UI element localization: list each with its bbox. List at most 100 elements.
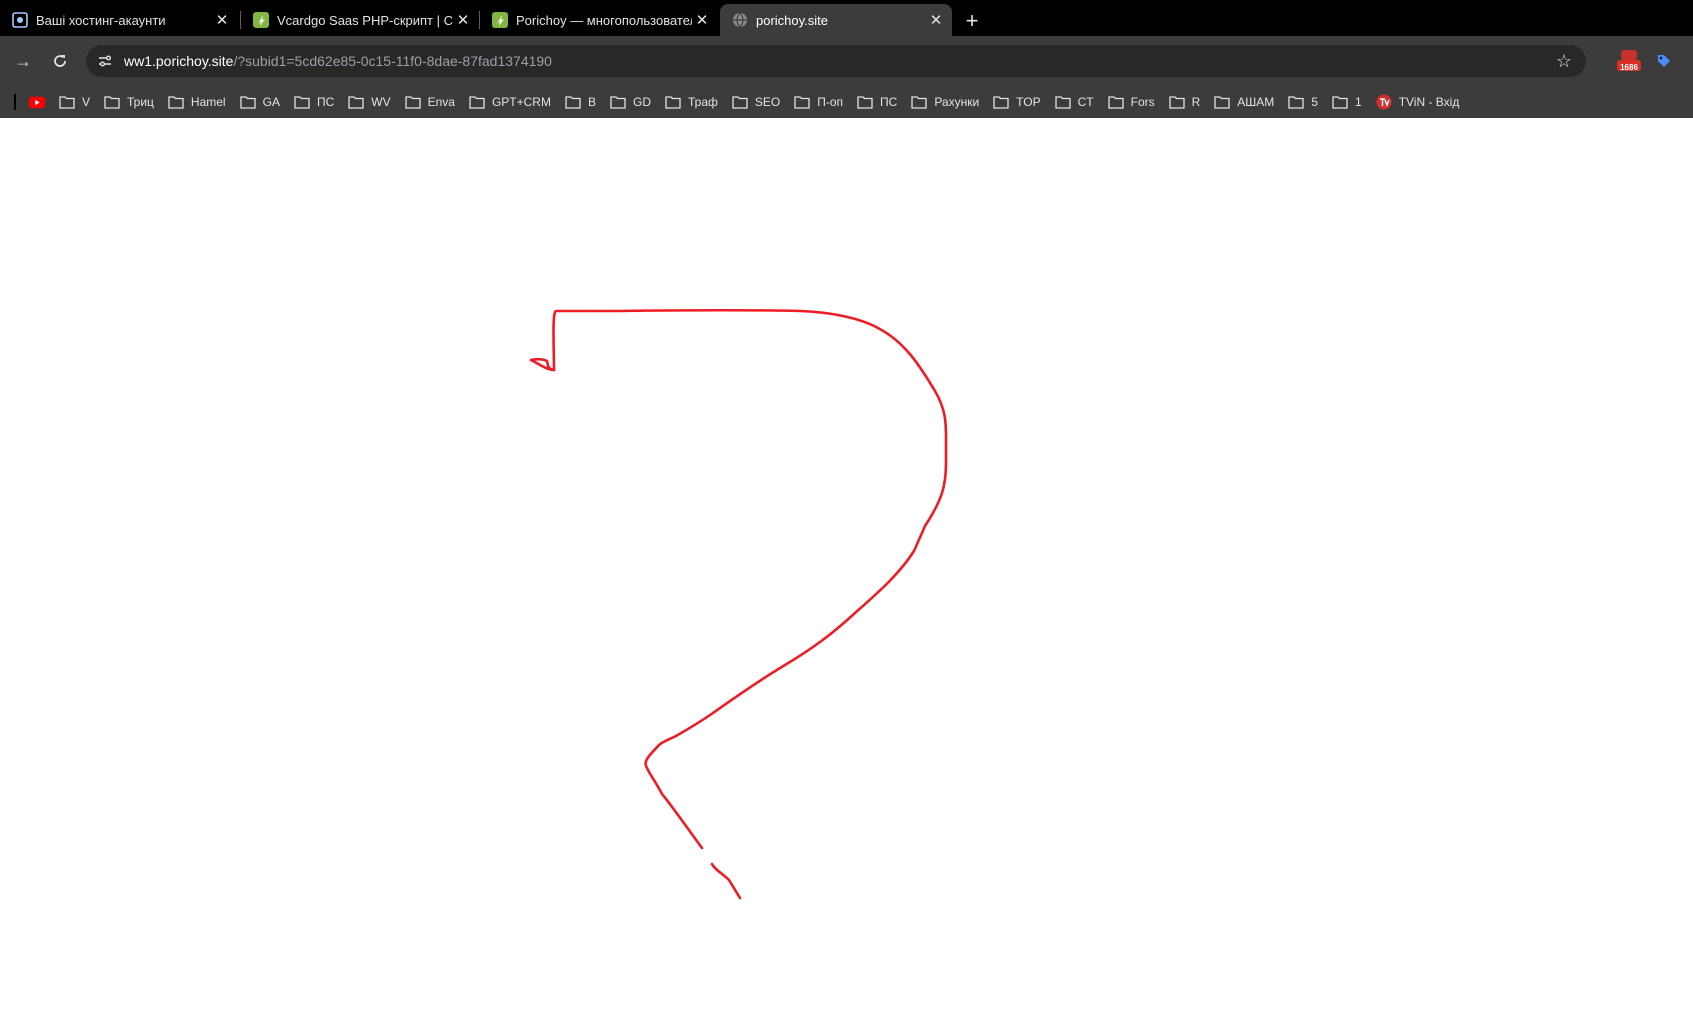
bookmark-item[interactable]: WV	[341, 89, 397, 115]
tag-icon	[1658, 55, 1670, 67]
bookmark-label: B	[587, 95, 596, 109]
folder-icon	[104, 94, 120, 110]
bookmark-label: TOP	[1016, 95, 1041, 109]
tab-hosting-accounts[interactable]: Ваші хостинг-акаунти ✕	[0, 4, 238, 36]
bookmark-label: TViN - Вхід	[1398, 95, 1460, 109]
bookmark-label: Fors	[1130, 95, 1155, 109]
bookmark-item[interactable]: АШАМ	[1207, 89, 1281, 115]
bookmark-label: V	[82, 95, 91, 109]
close-icon[interactable]: ✕	[926, 10, 946, 30]
bookmark-label: R	[1191, 95, 1201, 109]
folder-icon	[469, 94, 485, 110]
close-icon[interactable]: ✕	[692, 10, 712, 30]
page-content	[0, 118, 1693, 1020]
bookmarks-bar: V Триц Hamel GA ПС WV Enva GPT+CRM B GD Траф SEO П-о…	[0, 86, 1693, 118]
tab-vcardgo[interactable]: Vcardgo Saas PHP-скрипт | Coc ✕	[241, 4, 479, 36]
bookmark-label: Hamel	[190, 95, 226, 109]
arrow-tail-stroke	[710, 862, 742, 900]
folder-icon	[857, 94, 873, 110]
tab-porichoy-site[interactable]: porichoy.site ✕	[720, 4, 952, 36]
folder-icon	[294, 94, 310, 110]
youtube-icon	[29, 94, 45, 110]
address-bar[interactable]: ww1.porichoy.site /?subid1=5cd62e85-0c15…	[86, 45, 1586, 77]
bookmark-label: АШАМ	[1237, 95, 1275, 109]
bookmark-item[interactable]: Enva	[398, 89, 462, 115]
site-info-icon[interactable]	[95, 51, 115, 71]
bookmark-item[interactable]: TViN - Вхід	[1369, 89, 1467, 115]
folder-icon	[348, 94, 364, 110]
tab-strip: Ваші хостинг-акаунти ✕ Vcardgo Saas PHP-…	[0, 0, 1693, 36]
bookmark-item[interactable]: Fors	[1101, 89, 1162, 115]
bookmark-item[interactable]: П-оп	[787, 89, 850, 115]
folder-icon	[1288, 94, 1304, 110]
folder-icon	[59, 94, 75, 110]
envato-icon	[253, 12, 269, 28]
bookmark-item[interactable]: 5	[1281, 89, 1325, 115]
bookmark-label: ПС	[880, 95, 898, 109]
bookmark-item[interactable]: Рахунки	[904, 89, 986, 115]
reload-icon	[54, 55, 66, 67]
bookmark-item[interactable]: GD	[603, 89, 658, 115]
bookmark-item[interactable]: Триц	[97, 89, 161, 115]
folder-icon	[239, 94, 256, 110]
close-icon[interactable]: ✕	[212, 10, 232, 30]
bookmark-item[interactable]: GPT+CRM	[462, 89, 558, 115]
bookmark-item[interactable]: B	[558, 89, 603, 115]
extension-tag-button[interactable]	[1652, 48, 1676, 74]
bookmark-item[interactable]: ПС	[287, 89, 341, 115]
bookmark-item[interactable]: TOP	[986, 89, 1047, 115]
tab-title: Vcardgo Saas PHP-скрипт | Coc	[277, 12, 453, 28]
bookmark-label: Рахунки	[934, 95, 980, 109]
bookmark-label: 5	[1311, 95, 1318, 109]
tab-title: Ваші хостинг-акаунти	[36, 12, 166, 28]
arrow-head	[529, 357, 556, 372]
close-icon[interactable]: ✕	[453, 10, 473, 30]
bookmark-item[interactable]: SEO	[725, 89, 787, 115]
bookmark-label: Enva	[427, 95, 455, 109]
bookmark-item[interactable]: GA	[233, 89, 287, 115]
red-arrow-annotation	[529, 308, 948, 900]
bookmark-label: CT	[1077, 95, 1094, 109]
folder-icon	[732, 94, 748, 110]
bookmark-label: GPT+CRM	[491, 95, 551, 109]
bookmark-item[interactable]: CT	[1048, 89, 1101, 115]
bookmarks-divider	[14, 94, 16, 110]
tab-title: porichoy.site	[756, 12, 829, 28]
folder-icon	[1107, 94, 1124, 110]
new-tab-button[interactable]: +	[958, 7, 986, 35]
folder-icon	[993, 94, 1009, 110]
reload-button[interactable]	[44, 45, 76, 77]
globe-icon	[732, 12, 748, 28]
tab-porichoy-envato[interactable]: Porichoy — многопользовател ✕	[480, 4, 718, 36]
folder-icon	[1214, 94, 1230, 110]
folder-icon	[404, 94, 421, 110]
tab-title: Porichoy — многопользовател	[516, 12, 692, 28]
bookmark-star-icon[interactable]: ☆	[1554, 51, 1574, 71]
bookmark-label: SEO	[754, 95, 781, 109]
bookmark-label: GA	[262, 95, 280, 109]
bookmark-label: ПС	[316, 95, 335, 109]
tvin-icon	[1376, 94, 1392, 110]
folder-icon	[610, 94, 626, 110]
browser-toolbar: → ww1.porichoy.site /?subid1=5cd62e85-0c…	[0, 36, 1693, 86]
bookmark-item[interactable]: 1	[1325, 89, 1369, 115]
bookmark-label: Триц	[127, 95, 154, 109]
bookmark-item[interactable]: ПС	[850, 89, 904, 115]
folder-icon	[794, 94, 810, 110]
bookmark-label: П-оп	[817, 95, 844, 109]
folder-icon	[168, 94, 184, 110]
folder-icon	[1332, 94, 1348, 110]
bookmark-item[interactable]	[22, 89, 52, 115]
bookmark-label: GD	[632, 95, 651, 109]
bookmark-item[interactable]: R	[1162, 89, 1208, 115]
bookmark-label: WV	[371, 95, 391, 109]
forward-button[interactable]: →	[7, 45, 39, 77]
extension-counter[interactable]: 1686	[1614, 48, 1644, 74]
url-host: ww1.porichoy.site	[124, 53, 234, 69]
folder-icon	[911, 94, 927, 110]
bookmark-item[interactable]: Hamel	[161, 89, 233, 115]
bookmark-item[interactable]: Траф	[658, 89, 725, 115]
bookmark-item[interactable]: V	[52, 89, 97, 115]
extension-badge-count: 1686	[1620, 63, 1638, 72]
envato-icon	[492, 12, 508, 28]
